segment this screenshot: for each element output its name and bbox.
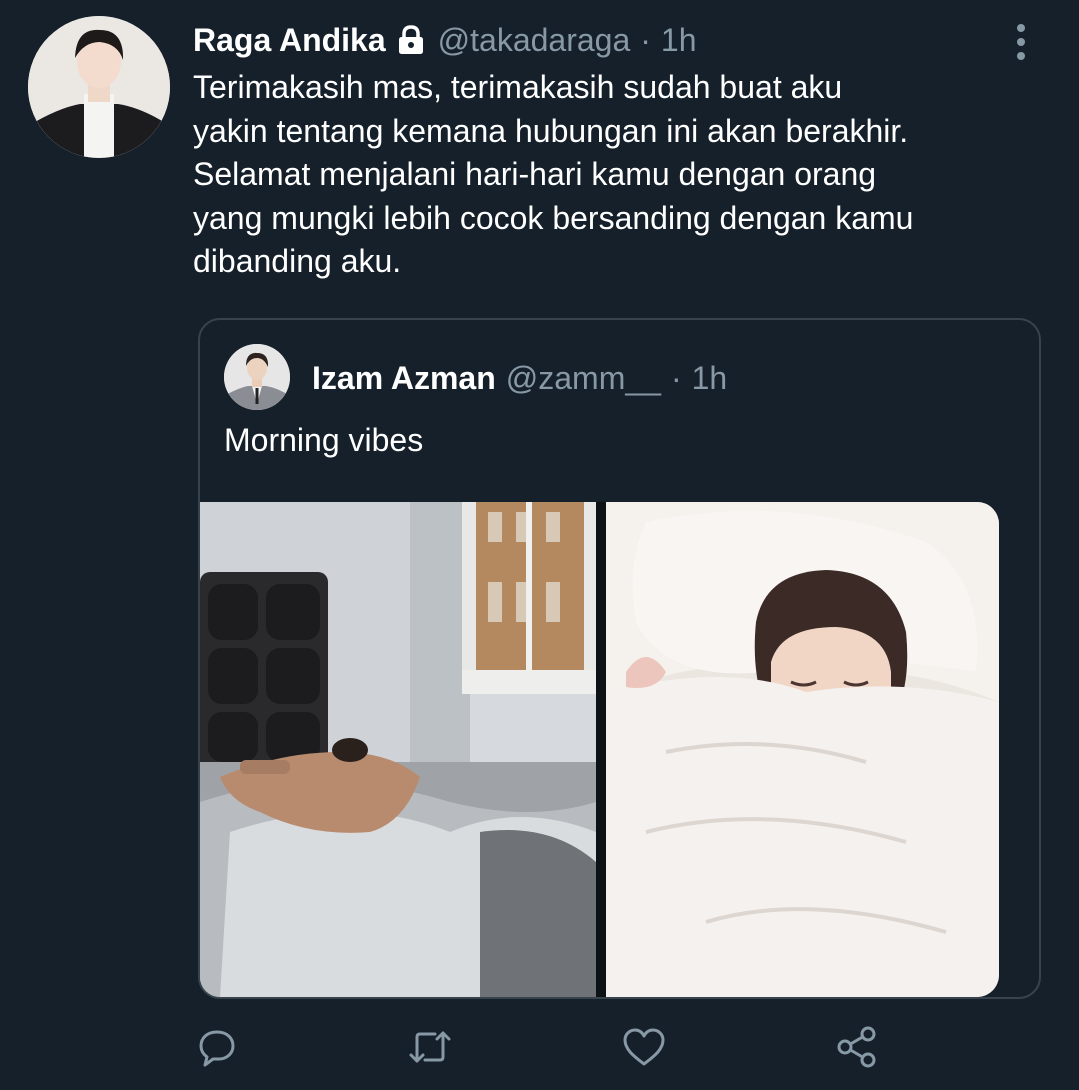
tweet-text-line: dibanding aku. [193, 243, 402, 279]
author-handle[interactable]: @takadaraga [438, 22, 631, 59]
more-vertical-icon[interactable] [1008, 22, 1034, 62]
tweet-text: Terimakasih mas, terimakasih sudah buat … [193, 66, 1053, 284]
quoted-avatar-image [224, 344, 290, 410]
heart-icon[interactable] [619, 1022, 669, 1072]
quoted-author-handle[interactable]: @zamm__ [506, 360, 661, 397]
photo-man-sleeping[interactable] [200, 502, 596, 997]
photo-grid [200, 502, 1039, 997]
quoted-header: Izam Azman @zamm__ · 1h [312, 358, 727, 398]
quoted-tweet-card[interactable]: Izam Azman @zamm__ · 1h Morning vibes [198, 318, 1041, 999]
tweet-text-line: Terimakasih mas, terimakasih sudah buat … [193, 69, 843, 105]
tweet-header: Raga Andika @takadaraga · 1h [193, 20, 697, 60]
quoted-tweet-text: Morning vibes [224, 422, 424, 458]
avatar-image [28, 16, 170, 158]
photo-woman-sleeping[interactable] [606, 502, 999, 997]
share-icon[interactable] [832, 1022, 882, 1072]
separator: · [640, 21, 651, 58]
lock-icon [396, 24, 426, 56]
tweet-text-line: yang mungki lebih cocok bersanding denga… [193, 199, 914, 236]
quoted-timestamp[interactable]: 1h [692, 360, 728, 397]
avatar[interactable] [28, 16, 170, 158]
tweet-actions [0, 1022, 1079, 1072]
timestamp[interactable]: 1h [661, 22, 697, 59]
reply-icon[interactable] [192, 1022, 242, 1072]
tweet-text-line: Selamat menjalani hari-hari kamu dengan … [193, 156, 877, 192]
separator: · [670, 359, 682, 396]
quoted-avatar[interactable] [224, 344, 290, 410]
photo-divider [596, 502, 606, 997]
quoted-author-name[interactable]: Izam Azman [312, 360, 496, 397]
author-name[interactable]: Raga Andika [193, 22, 386, 59]
tweet-text-line: yakin tentang kemana hubungan ini akan b… [193, 112, 909, 149]
retweet-icon[interactable] [405, 1022, 455, 1072]
